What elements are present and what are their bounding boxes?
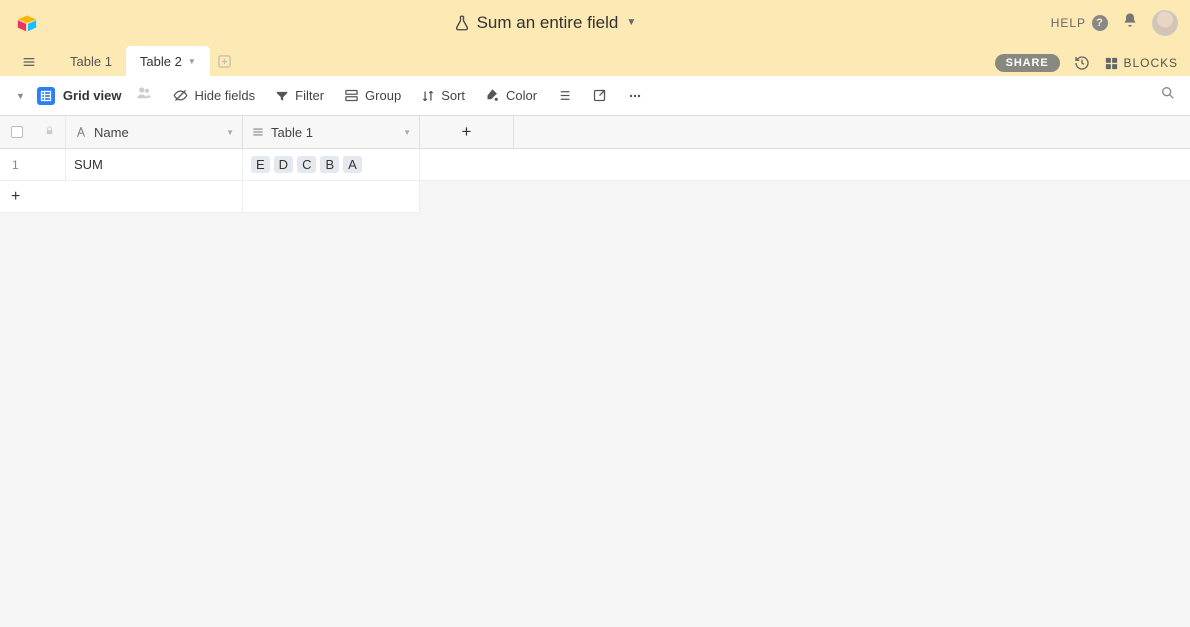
sort-label: Sort [441,88,465,103]
row-number[interactable]: 1 [0,149,66,180]
chevron-down-icon[interactable]: ▼ [226,128,234,137]
help-icon: ? [1092,15,1108,31]
sort-button[interactable]: Sort [421,88,465,103]
add-table-button[interactable] [210,46,240,76]
cell-value: SUM [74,157,103,172]
topbar-right: HELP ? [1051,10,1178,36]
grid-view-icon [37,87,55,105]
filter-button[interactable]: Filter [275,88,324,103]
row-header-meta [0,116,66,148]
tabsbar: Table 1 Table 2 ▼ SHARE BLOCKS [0,45,1190,76]
view-toolbar: ▼ Grid view Hide fields Filter Group Sor… [0,76,1190,116]
group-button[interactable]: Group [344,88,401,103]
color-label: Color [506,88,537,103]
chevron-down-icon[interactable]: ▼ [403,128,411,137]
add-row-button[interactable]: + [0,181,243,213]
color-button[interactable]: Color [485,88,537,103]
link-field-icon [251,125,265,139]
history-button[interactable] [1074,55,1090,71]
tab-label: Table 1 [70,54,112,69]
select-all-checkbox[interactable] [11,126,23,138]
help-button[interactable]: HELP ? [1051,15,1108,31]
table-row[interactable]: 1 SUM E D C B A [0,149,1190,181]
linked-record-chip[interactable]: E [251,156,270,173]
column-name-label: Name [94,125,129,140]
title-caret-icon: ▼ [626,17,636,28]
base-title-group[interactable]: Sum an entire field ▼ [453,13,637,33]
topbar: Sum an entire field ▼ HELP ? [0,0,1190,45]
share-view-button[interactable] [592,88,607,103]
blocks-label: BLOCKS [1124,56,1178,70]
add-column-button[interactable]: + [420,116,514,148]
filter-label: Filter [295,88,324,103]
notifications-button[interactable] [1122,12,1138,33]
collaborators-icon[interactable] [135,84,153,107]
text-field-icon [74,125,88,139]
tab-table-2[interactable]: Table 2 ▼ [126,46,210,76]
tabs-left: Table 1 Table 2 ▼ [16,46,240,76]
flask-icon [453,14,471,32]
view-switcher[interactable]: ▼ Grid view [16,84,153,107]
column-header-name[interactable]: Name ▼ [66,116,243,148]
group-label: Group [365,88,401,103]
base-title: Sum an entire field [477,13,619,33]
cell-name[interactable]: SUM [66,149,243,180]
app-logo[interactable] [16,12,38,34]
share-button[interactable]: SHARE [995,54,1060,72]
chevron-down-icon: ▼ [188,57,196,66]
tables-menu-button[interactable] [16,48,42,76]
column-header-table1[interactable]: Table 1 ▼ [243,116,420,148]
hide-fields-label: Hide fields [194,88,255,103]
tab-table-1[interactable]: Table 1 [56,46,126,76]
column-headers-row: Name ▼ Table 1 ▼ + [0,116,1190,149]
linked-record-chip[interactable]: D [274,156,293,173]
linked-record-chip[interactable]: A [343,156,362,173]
linked-record-chip[interactable]: C [297,156,316,173]
row-height-button[interactable] [557,88,572,103]
linked-record-chip[interactable]: B [320,156,339,173]
search-button[interactable] [1160,85,1176,106]
empty-cell [243,181,420,213]
grid-area: Name ▼ Table 1 ▼ + 1 SUM E D C B A + [0,116,1190,627]
cell-linked-records[interactable]: E D C B A [243,149,420,180]
hide-fields-button[interactable]: Hide fields [173,88,255,103]
blocks-button[interactable]: BLOCKS [1104,56,1178,71]
column-name-label: Table 1 [271,125,313,140]
help-label: HELP [1051,16,1086,30]
tab-label: Table 2 [140,54,182,69]
add-row-area: + [0,181,1190,213]
more-button[interactable] [627,88,643,104]
lock-icon [44,123,55,141]
view-name: Grid view [63,88,122,103]
view-menu-caret-icon: ▼ [16,91,25,101]
toolbar-left: ▼ Grid view Hide fields Filter Group Sor… [16,84,643,107]
user-avatar[interactable] [1152,10,1178,36]
tabs-right: SHARE BLOCKS [995,54,1178,76]
